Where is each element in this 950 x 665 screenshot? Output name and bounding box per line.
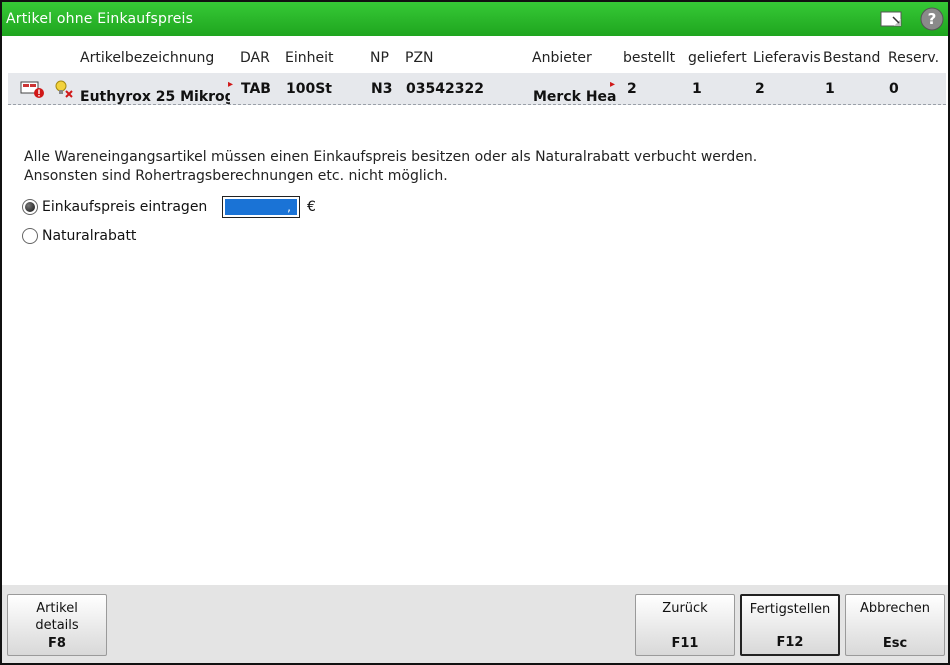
artikeldetails-label-line1: Artikel <box>36 601 78 616</box>
cell-geliefert: 1 <box>692 81 702 97</box>
artikeldetails-label: Artikel details <box>8 600 106 634</box>
radio-naturalrabatt[interactable]: Naturalrabatt <box>22 226 136 246</box>
col-bestand[interactable]: Bestand <box>823 50 880 66</box>
col-einheit[interactable]: Einheit <box>285 50 333 66</box>
radio-einkaufspreis-dot[interactable] <box>22 199 38 215</box>
info-message: Alle Wareneingangsartikel müssen einen E… <box>24 148 757 186</box>
price-input-value[interactable]: , <box>225 199 297 215</box>
col-artikelbezeichnung[interactable]: Artikelbezeichnung <box>80 50 214 66</box>
cell-dar: TAB <box>241 81 271 97</box>
cell-artikelbezeichnung: Euthyrox 25 Mikrogra <box>80 81 230 105</box>
cell-reserv: 0 <box>889 81 899 97</box>
cell-pzn: 03542322 <box>406 81 484 97</box>
title-bar: Artikel ohne Einkaufspreis ? <box>2 2 948 36</box>
window-title: Artikel ohne Einkaufspreis <box>6 11 194 27</box>
col-lieferavis[interactable]: Lieferavis <box>753 50 821 66</box>
col-anbieter[interactable]: Anbieter <box>532 50 592 66</box>
radio-naturalrabatt-label[interactable]: Naturalrabatt <box>42 228 136 244</box>
fertigstellen-button[interactable]: Fertigstellen F12 <box>740 594 840 656</box>
col-geliefert[interactable]: geliefert <box>688 50 747 66</box>
radio-einkaufspreis[interactable]: Einkaufspreis eintragen <box>22 197 207 217</box>
zurueck-button[interactable]: Zurück F11 <box>635 594 735 656</box>
note-icon[interactable] <box>880 9 904 29</box>
zurueck-key: F11 <box>671 636 699 651</box>
cell-np: N3 <box>371 81 393 97</box>
cell-bestellt: 2 <box>627 81 637 97</box>
bulb-delete-icon[interactable] <box>54 79 76 99</box>
cell-anbieter: Merck Healt <box>533 81 617 105</box>
svg-text:?: ? <box>928 10 937 28</box>
footer-bar: Artikel details F8 Zurück F11 Fertigstel… <box>2 585 948 663</box>
cell-artikelbezeichnung-text: Euthyrox 25 Mikrogra <box>80 89 230 105</box>
artikeldetails-button[interactable]: Artikel details F8 <box>7 594 107 656</box>
abbrechen-button[interactable]: Abbrechen Esc <box>845 594 945 656</box>
info-message-line2: Ansonsten sind Rohertragsberechnungen et… <box>24 168 448 184</box>
abbrechen-label: Abbrechen <box>859 601 931 616</box>
help-icon[interactable]: ? <box>920 7 944 31</box>
col-dar[interactable]: DAR <box>240 50 270 66</box>
article-warning-icon[interactable] <box>20 79 46 99</box>
cell-einheit: 100St <box>286 81 332 97</box>
col-pzn[interactable]: PZN <box>405 50 434 66</box>
truncation-marker-icon: ▸ <box>228 79 234 90</box>
cell-bestand: 1 <box>825 81 835 97</box>
radio-naturalrabatt-dot[interactable] <box>22 228 38 244</box>
dialog-window: Artikel ohne Einkaufspreis ? Artikelbeze… <box>0 0 950 665</box>
table-row[interactable]: Euthyrox 25 Mikrogra ▸ TAB 100St N3 0354… <box>8 73 946 105</box>
zurueck-label: Zurück <box>662 601 708 616</box>
fertigstellen-label: Fertigstellen <box>749 602 831 617</box>
truncation-marker-icon: ▸ <box>610 79 616 90</box>
col-reserv[interactable]: Reserv. <box>888 50 939 66</box>
abbrechen-key: Esc <box>882 636 908 651</box>
currency-label: € <box>307 199 316 215</box>
artikeldetails-key: F8 <box>48 636 66 651</box>
table-header: Artikelbezeichnung DAR Einheit NP PZN An… <box>2 42 948 70</box>
fertigstellen-key: F12 <box>776 635 804 650</box>
cell-anbieter-text: Merck Healt <box>533 89 617 105</box>
radio-einkaufspreis-label[interactable]: Einkaufspreis eintragen <box>42 199 207 215</box>
cell-lieferavis: 2 <box>755 81 765 97</box>
artikeldetails-label-line2: details <box>35 618 79 633</box>
col-bestellt[interactable]: bestellt <box>623 50 675 66</box>
price-input[interactable]: , <box>222 196 300 218</box>
col-np[interactable]: NP <box>370 50 389 66</box>
info-message-line1: Alle Wareneingangsartikel müssen einen E… <box>24 149 758 165</box>
